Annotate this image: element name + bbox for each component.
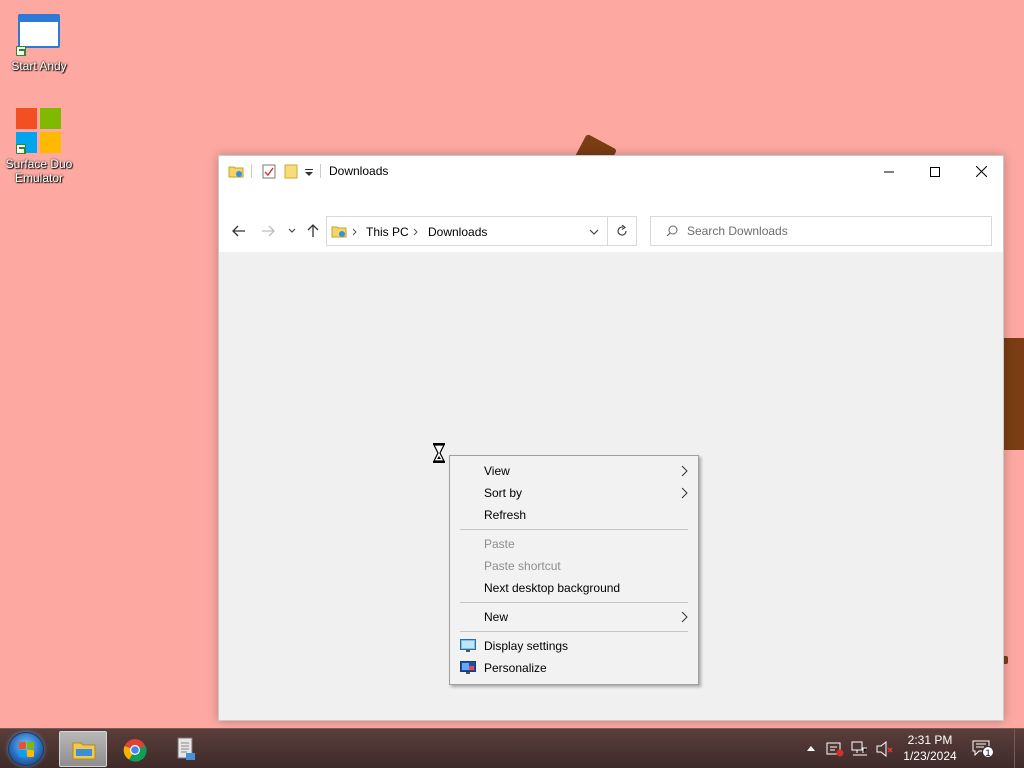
menu-separator: [460, 631, 688, 632]
menu-item-view[interactable]: View: [452, 460, 696, 482]
this-pc-icon: [331, 226, 347, 238]
menu-item-personalize[interactable]: Personalize: [452, 657, 696, 679]
desktop-icon-label: Surface Duo Emulator: [5, 157, 73, 185]
menu-item-label: Refresh: [484, 508, 527, 522]
menu-item-label: View: [484, 464, 510, 478]
minimize-button[interactable]: [866, 156, 912, 187]
folder-icon[interactable]: [228, 164, 244, 178]
desktop-icon-surface-duo-emulator[interactable]: Surface Duo Emulator: [1, 108, 77, 185]
network-icon[interactable]: [851, 741, 869, 757]
context-menu: View Sort by Refresh Paste Paste shortcu…: [449, 455, 699, 685]
new-folder-icon[interactable]: [284, 164, 298, 179]
personalize-icon: [460, 661, 476, 674]
maximize-icon: [930, 166, 940, 177]
up-button[interactable]: [302, 219, 324, 243]
chevron-right-icon: [681, 465, 688, 477]
display-settings-icon: [460, 639, 476, 652]
file-explorer-icon: [72, 742, 96, 760]
menu-item-new[interactable]: New: [452, 606, 696, 628]
menu-item-label: Sort by: [484, 486, 523, 500]
arrow-right-icon: [262, 225, 275, 237]
back-button[interactable]: [228, 219, 250, 243]
menu-item-next-desktop-background[interactable]: Next desktop background: [452, 577, 696, 599]
menu-item-label: Display settings: [484, 639, 569, 653]
chevron-right-icon: [681, 487, 688, 499]
window-title: Downloads: [329, 164, 389, 178]
menu-item-label: Paste: [484, 537, 515, 551]
address-bar[interactable]: This PC Downloads: [326, 216, 608, 246]
notification-count-badge: 1: [982, 746, 994, 758]
menu-item-sort-by[interactable]: Sort by: [452, 482, 696, 504]
system-clock[interactable]: 2:31 PM 1/23/2024: [896, 732, 964, 764]
forward-button[interactable]: [257, 219, 279, 243]
arrow-up-icon: [307, 224, 319, 237]
menu-item-paste-shortcut[interactable]: Paste shortcut: [452, 555, 696, 577]
menu-separator: [460, 602, 688, 603]
refresh-icon: [617, 225, 627, 236]
start-button[interactable]: [8, 732, 44, 766]
breadcrumb-this-pc[interactable]: This PC: [366, 225, 409, 239]
search-input[interactable]: [687, 217, 987, 245]
menu-item-label: Next desktop background: [484, 581, 621, 595]
hourglass-cursor-icon: [433, 443, 445, 463]
taskbar-document-app[interactable]: [161, 731, 209, 767]
navigation-bar: This PC Downloads: [219, 209, 1003, 253]
shortcut-arrow-icon: [16, 46, 26, 56]
breadcrumb-separator-icon: [352, 228, 357, 236]
volume-muted-icon[interactable]: [876, 741, 894, 757]
shortcut-arrow-icon: [16, 144, 26, 154]
arrow-left-icon: [232, 225, 245, 237]
desktop-icon-label: Start Andy: [11, 59, 67, 73]
recent-locations-button[interactable]: [282, 219, 302, 243]
clock-time: 2:31 PM: [907, 733, 953, 747]
refresh-button[interactable]: [608, 216, 637, 246]
taskbar: 2:31 PM 1/23/2024 1: [0, 728, 1024, 768]
breadcrumb-separator-icon: [413, 228, 418, 236]
menu-item-label: New: [484, 610, 509, 624]
ribbon-area: [219, 187, 1003, 209]
properties-check-icon[interactable]: [262, 164, 276, 179]
address-dropdown-icon[interactable]: [589, 229, 599, 235]
menu-separator: [460, 529, 688, 530]
chrome-icon: [123, 739, 147, 762]
menu-item-display-settings[interactable]: Display settings: [452, 635, 696, 657]
maximize-button[interactable]: [912, 156, 958, 187]
windows-logo-icon: [19, 742, 35, 758]
minimize-icon: [884, 171, 894, 172]
menu-item-label: Personalize: [484, 661, 547, 675]
breadcrumb-downloads[interactable]: Downloads: [428, 225, 487, 239]
security-tray-icon[interactable]: [826, 741, 844, 757]
close-icon: [975, 166, 987, 177]
menu-item-paste[interactable]: Paste: [452, 533, 696, 555]
show-hidden-icons-icon[interactable]: [806, 744, 816, 752]
desktop-icon-start-andy[interactable]: Start Andy: [1, 10, 77, 73]
search-box[interactable]: [650, 216, 992, 246]
menu-item-refresh[interactable]: Refresh: [452, 504, 696, 526]
close-button[interactable]: [958, 156, 1004, 187]
customize-dropdown-icon[interactable]: [305, 169, 313, 177]
taskbar-file-explorer[interactable]: [59, 731, 107, 767]
show-desktop-button[interactable]: [1014, 729, 1024, 768]
search-icon: [666, 225, 678, 237]
taskbar-chrome[interactable]: [111, 731, 159, 767]
title-bar[interactable]: Downloads: [219, 156, 1003, 187]
chevron-down-icon: [288, 228, 296, 233]
chevron-right-icon: [681, 611, 688, 623]
window-app-icon: [18, 14, 60, 48]
clock-date: 1/23/2024: [903, 749, 957, 763]
document-app-icon: [177, 737, 195, 760]
menu-item-label: Paste shortcut: [484, 559, 561, 573]
